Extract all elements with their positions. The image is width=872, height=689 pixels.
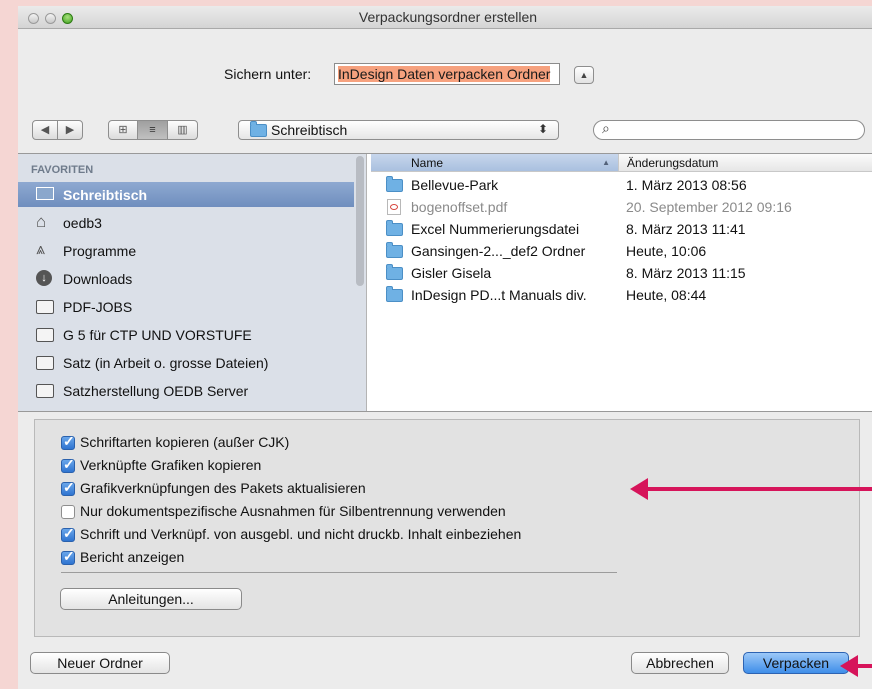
option-label: Nur dokumentspezifische Ausnahmen für Si… bbox=[80, 503, 506, 519]
folder-icon bbox=[36, 298, 56, 314]
file-date: Heute, 10:06 bbox=[626, 243, 707, 259]
file-date: 8. März 2013 11:15 bbox=[626, 265, 746, 281]
search-icon: ⌕ bbox=[602, 120, 610, 136]
folder-icon bbox=[386, 176, 403, 192]
name-column-label: Name bbox=[411, 156, 444, 170]
option-label: Bericht anzeigen bbox=[80, 549, 185, 565]
icon-view-button[interactable]: ⊞ bbox=[108, 120, 138, 140]
save-dialog-window: Verpackungsordner erstellen Sichern unte… bbox=[18, 6, 872, 689]
desktop-icon bbox=[36, 186, 56, 202]
downloads-icon: ↓ bbox=[36, 270, 56, 286]
annotation-arrow-package bbox=[840, 655, 872, 677]
checkbox[interactable] bbox=[61, 479, 75, 496]
sidebar-header: FAVORITEN bbox=[31, 164, 94, 176]
file-list: Name ▲ Änderungsdatum Bellevue-Park 1. M… bbox=[371, 154, 872, 411]
popup-arrows-icon: ⬍ bbox=[537, 122, 548, 136]
location-label: Schreibtisch bbox=[271, 122, 348, 138]
file-row[interactable]: Excel Nummerierungsdatei 8. März 2013 11… bbox=[371, 218, 872, 240]
sidebar-item-schreibtisch[interactable]: Schreibtisch bbox=[18, 182, 354, 207]
applications-icon: ⩓ bbox=[36, 241, 46, 258]
title-bar: Verpackungsordner erstellen bbox=[18, 6, 872, 29]
file-date: 1. März 2013 08:56 bbox=[626, 177, 747, 193]
option-label: Verknüpfte Grafiken kopieren bbox=[80, 457, 262, 473]
file-date: Heute, 08:44 bbox=[626, 287, 707, 303]
home-icon: ⌂ bbox=[36, 212, 47, 231]
sidebar-item-label: Satz (in Arbeit o. grosse Dateien) bbox=[63, 355, 269, 371]
sidebar-item-g5-ctp[interactable]: G 5 für CTP UND VORSTUFE bbox=[18, 322, 354, 347]
sidebar-item-satzherstellung[interactable]: Satzherstellung OEDB Server bbox=[18, 378, 354, 403]
sidebar-scrollbar[interactable] bbox=[356, 156, 364, 286]
option-label: Schrift und Verknüpf. von ausgebl. und n… bbox=[80, 526, 522, 542]
folder-icon bbox=[386, 220, 403, 236]
checkbox[interactable] bbox=[61, 505, 75, 519]
file-browser: FAVORITEN Schreibtisch ⌂ oedb3 ⩓ Program… bbox=[18, 153, 872, 412]
save-as-label: Sichern unter: bbox=[224, 66, 312, 82]
instructions-button[interactable]: Anleitungen... bbox=[60, 588, 242, 610]
sidebar-item-downloads[interactable]: ↓ Downloads bbox=[18, 266, 354, 291]
file-name: Excel Nummerierungsdatei bbox=[411, 221, 580, 237]
option-label: Grafikverknüpfungen des Pakets aktualisi… bbox=[80, 480, 366, 496]
collapse-dialog-button[interactable]: ▲ bbox=[574, 66, 594, 84]
list-view-button[interactable]: ≡ bbox=[137, 120, 168, 140]
sidebar: FAVORITEN Schreibtisch ⌂ oedb3 ⩓ Program… bbox=[18, 154, 367, 411]
file-name: Gansingen-2..._def2 Ordner bbox=[411, 243, 586, 259]
back-button[interactable]: ◀ bbox=[32, 120, 58, 140]
sidebar-item-label: Programme bbox=[63, 243, 137, 259]
forward-button[interactable]: ▶ bbox=[57, 120, 83, 140]
sidebar-item-label: PDF-JOBS bbox=[63, 299, 133, 315]
date-column-header[interactable]: Änderungsdatum bbox=[618, 154, 872, 172]
window-title: Verpackungsordner erstellen bbox=[358, 9, 538, 25]
sidebar-item-label: oedb3 bbox=[63, 215, 102, 231]
column-view-button[interactable]: ▥ bbox=[167, 120, 198, 140]
annotation-arrow-options bbox=[630, 478, 872, 500]
file-date: 8. März 2013 11:41 bbox=[626, 221, 746, 237]
file-row[interactable]: Gisler Gisela 8. März 2013 11:15 bbox=[371, 262, 872, 284]
folder-icon bbox=[36, 354, 56, 370]
folder-icon bbox=[36, 326, 56, 342]
save-as-field[interactable]: InDesign Daten verpacken Ordner bbox=[334, 63, 560, 85]
pdf-file-icon bbox=[387, 199, 401, 215]
option-label: Schriftarten kopieren (außer CJK) bbox=[80, 434, 290, 450]
save-as-value: InDesign Daten verpacken Ordner bbox=[338, 66, 551, 82]
new-folder-button[interactable]: Neuer Ordner bbox=[30, 652, 170, 674]
file-row[interactable]: InDesign PD...t Manuals div. Heute, 08:4… bbox=[371, 284, 872, 306]
sidebar-item-programme[interactable]: ⩓ Programme bbox=[18, 238, 354, 263]
sidebar-item-satz[interactable]: Satz (in Arbeit o. grosse Dateien) bbox=[18, 350, 354, 375]
search-field[interactable]: ⌕ bbox=[593, 120, 865, 140]
file-row[interactable]: Bellevue-Park 1. März 2013 08:56 bbox=[371, 174, 872, 196]
sidebar-item-label: Schreibtisch bbox=[63, 187, 148, 203]
folder-icon bbox=[250, 121, 267, 137]
checkbox[interactable] bbox=[61, 525, 75, 542]
checkbox[interactable] bbox=[61, 433, 75, 450]
checkbox[interactable] bbox=[61, 548, 75, 565]
file-name: InDesign PD...t Manuals div. bbox=[411, 287, 587, 303]
location-popup[interactable]: Schreibtisch ⬍ bbox=[238, 120, 559, 140]
divider bbox=[61, 572, 617, 573]
checkbox[interactable] bbox=[61, 456, 75, 473]
package-button[interactable]: Verpacken bbox=[743, 652, 849, 674]
name-column-header[interactable]: Name ▲ bbox=[371, 154, 618, 172]
folder-icon bbox=[386, 286, 403, 302]
folder-icon bbox=[386, 264, 403, 280]
sidebar-item-oedb3[interactable]: ⌂ oedb3 bbox=[18, 210, 354, 235]
folder-icon bbox=[386, 242, 403, 258]
folder-icon bbox=[36, 382, 56, 398]
sidebar-item-pdf-jobs[interactable]: PDF-JOBS bbox=[18, 294, 354, 319]
cancel-button[interactable]: Abbrechen bbox=[631, 652, 729, 674]
file-name: Gisler Gisela bbox=[411, 265, 492, 281]
sidebar-item-label: Downloads bbox=[63, 271, 133, 287]
file-name: Bellevue-Park bbox=[411, 177, 499, 193]
sidebar-item-label: Satzherstellung OEDB Server bbox=[63, 383, 249, 399]
file-row[interactable]: Gansingen-2..._def2 Ordner Heute, 10:06 bbox=[371, 240, 872, 262]
file-date: 20. September 2012 09:16 bbox=[626, 199, 792, 215]
file-name: bogenoffset.pdf bbox=[411, 199, 508, 215]
sidebar-item-label: G 5 für CTP UND VORSTUFE bbox=[63, 327, 252, 343]
sort-ascending-icon: ▲ bbox=[602, 158, 610, 167]
package-options-panel: Schriftarten kopieren (außer CJK) Verknü… bbox=[34, 419, 860, 637]
file-row[interactable]: bogenoffset.pdf 20. September 2012 09:16 bbox=[371, 196, 872, 218]
